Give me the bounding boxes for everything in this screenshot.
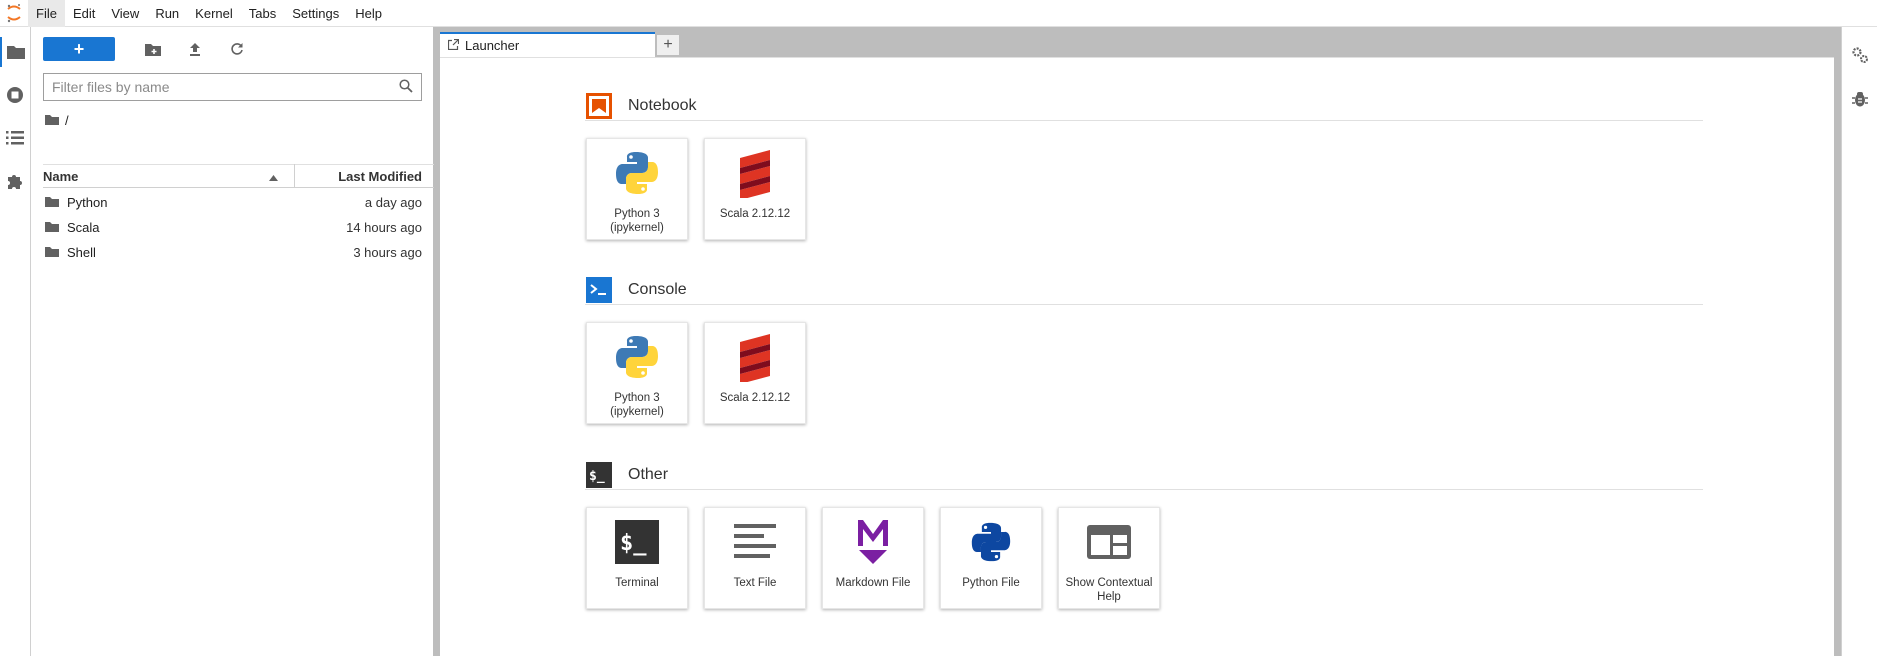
jupyter-logo-icon — [0, 0, 28, 27]
right-sidebar-tabs — [1841, 27, 1877, 656]
new-launcher-button[interactable]: + — [43, 37, 115, 61]
other-section-header: $_ Other — [585, 460, 1703, 490]
text-file-card[interactable]: Text File — [704, 507, 806, 609]
card-label: Scala 2.12.12 — [719, 392, 791, 404]
main-dock-area: Launcher + Notebook Python 3 (ipykernel) — [434, 27, 1841, 656]
running-sessions-tab-icon[interactable] — [0, 80, 30, 110]
launch-icon — [447, 38, 460, 53]
debugger-bug-icon[interactable] — [1845, 84, 1875, 114]
python-file-icon — [941, 508, 1041, 570]
terminal-icon: $_ — [587, 508, 687, 570]
menu-view[interactable]: View — [103, 0, 147, 27]
text-file-icon — [705, 508, 805, 570]
folder-icon — [45, 195, 59, 210]
file-row-scala[interactable]: Scala 14 hours ago — [43, 215, 434, 240]
svg-text:$_: $_ — [620, 531, 647, 556]
scala-icon — [705, 323, 805, 385]
breadcrumb: / — [45, 111, 69, 129]
refresh-icon[interactable] — [225, 37, 249, 61]
console-icon — [585, 276, 613, 304]
svg-text:$_: $_ — [589, 469, 605, 484]
console-cards: Python 3 (ipykernel) Scala 2.12.12 — [586, 322, 822, 424]
left-sidebar-tabs — [0, 27, 31, 656]
menu-kernel[interactable]: Kernel — [187, 0, 241, 27]
add-tab-button[interactable]: + — [656, 34, 680, 56]
file-browser-toolbar: + — [43, 36, 249, 62]
file-modified: a day ago — [364, 195, 422, 210]
markdown-file-card[interactable]: Markdown File — [822, 507, 924, 609]
notebook-python3-card[interactable]: Python 3 (ipykernel) — [586, 138, 688, 240]
card-label: Scala 2.12.12 — [719, 208, 791, 220]
file-name: Shell — [67, 245, 96, 260]
menu-settings[interactable]: Settings — [284, 0, 347, 27]
menu-file[interactable]: File — [28, 0, 65, 27]
other-cards: $_ Terminal Text File Markdown File Pyth… — [586, 507, 1176, 609]
menu-help[interactable]: Help — [347, 0, 390, 27]
menu-edit[interactable]: Edit — [65, 0, 103, 27]
file-listing-header: Name Last Modified — [43, 164, 434, 188]
file-row-python[interactable]: Python a day ago — [43, 190, 434, 215]
card-label: Terminal — [615, 577, 659, 589]
card-label: Python 3 (ipykernel) — [610, 208, 664, 234]
breadcrumb-root[interactable]: / — [65, 113, 69, 128]
tab-launcher[interactable]: Launcher — [440, 32, 655, 57]
property-inspector-gears-icon[interactable] — [1845, 40, 1875, 70]
terminal-card[interactable]: $_ Terminal — [586, 507, 688, 609]
python-file-card[interactable]: Python File — [940, 507, 1042, 609]
new-folder-icon[interactable] — [141, 37, 165, 61]
other-terminal-icon: $_ — [585, 461, 613, 489]
extension-manager-tab-icon[interactable] — [0, 166, 30, 196]
card-label: Text File — [733, 577, 777, 589]
file-name: Python — [67, 195, 108, 210]
folder-icon — [45, 220, 59, 235]
contextual-help-card[interactable]: Show Contextual Help — [1058, 507, 1160, 609]
tab-bar: Launcher + — [434, 27, 1841, 57]
notebook-cards: Python 3 (ipykernel) Scala 2.12.12 — [586, 138, 822, 240]
scala-icon — [705, 139, 805, 201]
launcher-panel: Notebook Python 3 (ipykernel) Scala 2.12… — [440, 57, 1834, 656]
table-of-contents-tab-icon[interactable] — [0, 123, 30, 153]
file-modified: 3 hours ago — [353, 245, 422, 260]
console-section-header: Console — [585, 275, 1703, 305]
file-filter-input-wrapper — [43, 73, 422, 101]
card-label: Show Contextual Help — [1065, 577, 1153, 603]
menu-tabs[interactable]: Tabs — [241, 0, 284, 27]
notebook-scala-card[interactable]: Scala 2.12.12 — [704, 138, 806, 240]
card-label: Markdown File — [835, 577, 911, 589]
card-label: Python 3 (ipykernel) — [610, 392, 664, 418]
file-row-shell[interactable]: Shell 3 hours ago — [43, 240, 434, 265]
console-python3-card[interactable]: Python 3 (ipykernel) — [586, 322, 688, 424]
folder-icon — [45, 245, 59, 260]
search-icon — [399, 78, 413, 96]
markdown-icon — [823, 508, 923, 570]
file-browser-tab-icon[interactable] — [0, 37, 30, 67]
file-modified: 14 hours ago — [346, 220, 422, 235]
card-label: Python File — [962, 577, 1020, 589]
file-browser-panel: + / Name Last Modified — [31, 27, 434, 656]
section-title: Console — [628, 280, 687, 298]
contextual-help-icon — [1059, 508, 1159, 570]
tab-label: Launcher — [465, 38, 520, 53]
section-title: Notebook — [628, 96, 697, 114]
notebook-section-header: Notebook — [585, 91, 1703, 121]
notebook-icon — [585, 92, 613, 120]
file-name: Scala — [67, 220, 100, 235]
last-modified-column-header[interactable]: Last Modified — [295, 169, 434, 184]
console-scala-card[interactable]: Scala 2.12.12 — [704, 322, 806, 424]
upload-icon[interactable] — [183, 37, 207, 61]
name-column-header[interactable]: Name — [43, 164, 295, 188]
home-folder-icon[interactable] — [45, 113, 59, 128]
file-list: Python a day ago Scala 14 hours ago Shel… — [43, 190, 434, 265]
section-title: Other — [628, 465, 669, 483]
sort-ascending-icon — [269, 169, 278, 184]
file-filter-input[interactable] — [52, 79, 399, 95]
python-icon — [587, 139, 687, 201]
python-icon — [587, 323, 687, 385]
menu-bar: File Edit View Run Kernel Tabs Settings … — [0, 0, 1877, 27]
menu-run[interactable]: Run — [147, 0, 187, 27]
name-column-label: Name — [43, 168, 79, 184]
